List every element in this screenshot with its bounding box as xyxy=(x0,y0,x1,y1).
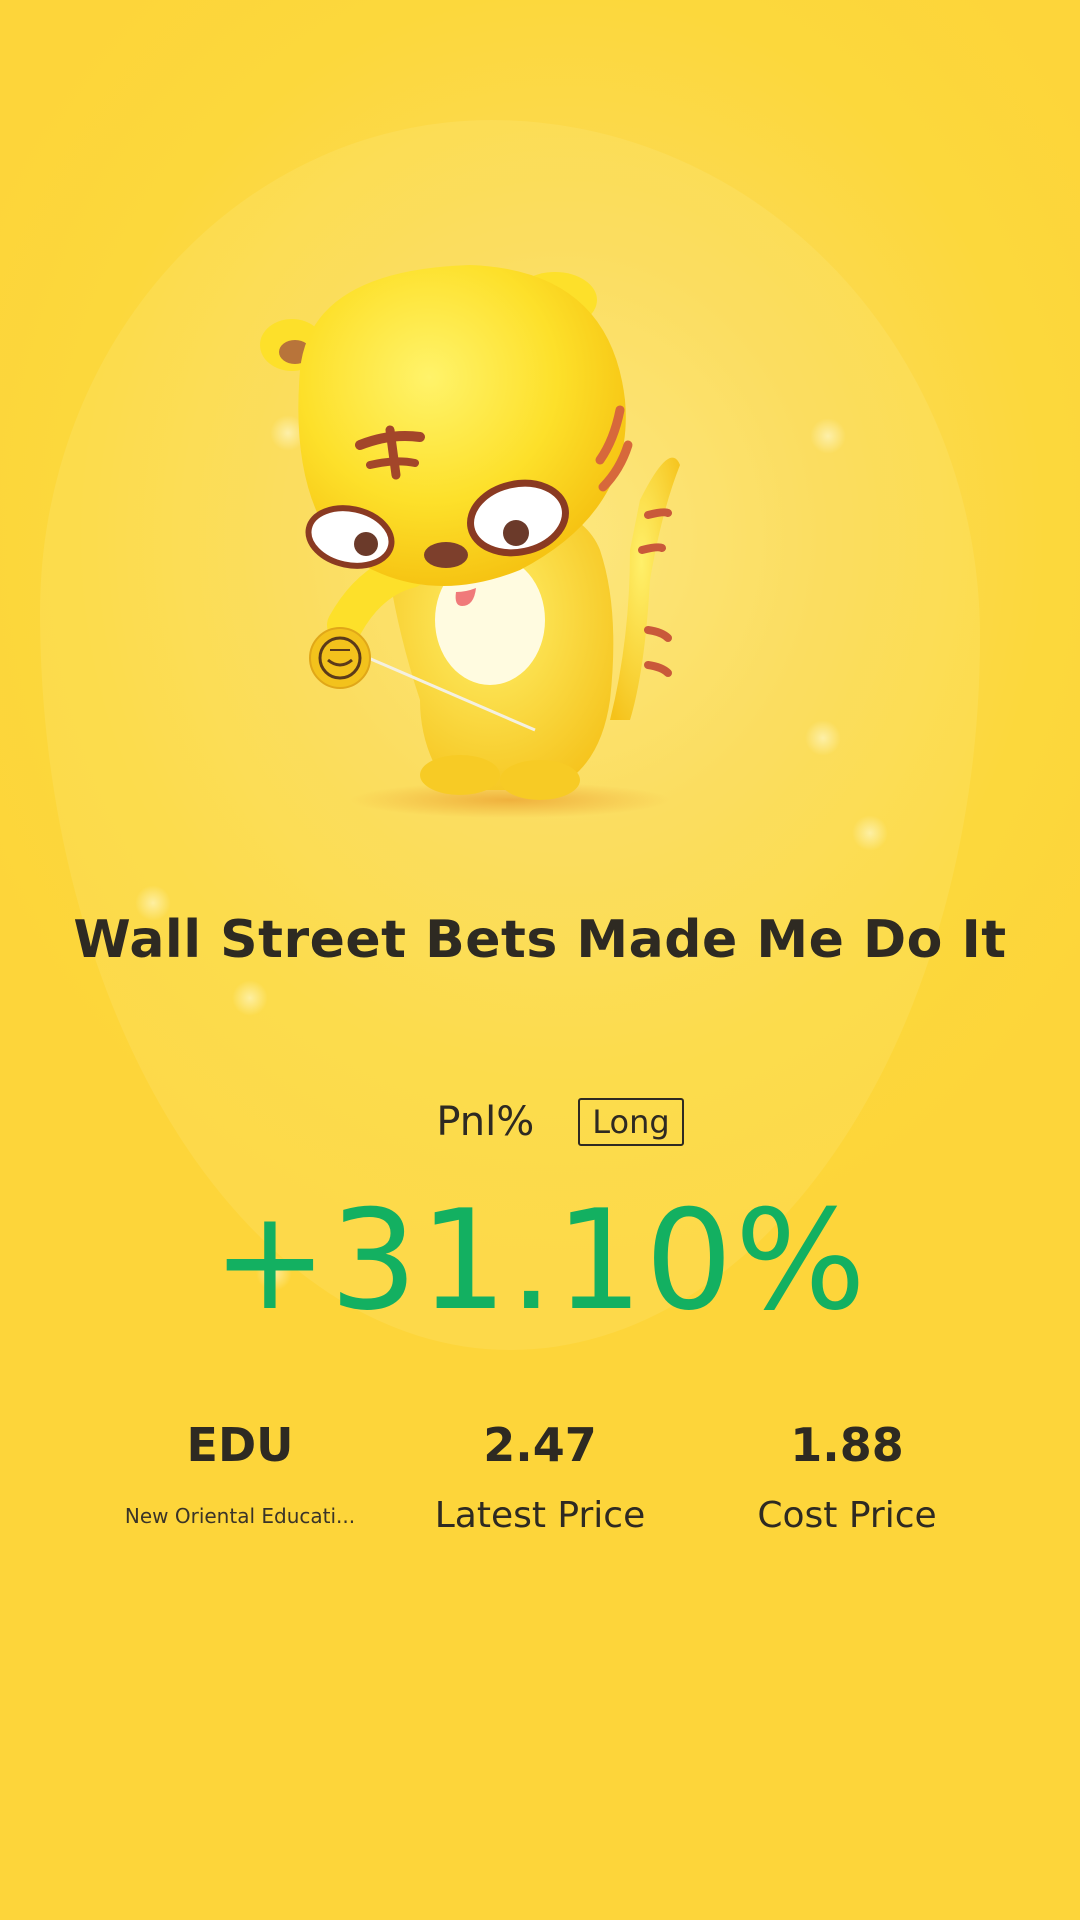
sparkle-decoration xyxy=(232,980,268,1016)
stat-cost-price: 1.88 Cost Price xyxy=(687,1410,1007,1546)
share-card: Wall Street Bets Made Me Do It Pnl% Long… xyxy=(0,0,1080,1920)
company-name: New Oriental Educati... xyxy=(124,1504,356,1528)
latest-price-label: Latest Price xyxy=(434,1495,646,1536)
sparkle-decoration xyxy=(810,418,846,454)
tiger-mascot-icon xyxy=(260,265,680,818)
stats-row: EDU New Oriental Educati... 2.47 Latest … xyxy=(0,1410,1080,1550)
latest-price-value: 2.47 xyxy=(483,1418,597,1472)
stat-ticker: EDU New Oriental Educati... xyxy=(80,1410,400,1546)
stat-latest-price: 2.47 Latest Price xyxy=(380,1410,700,1546)
page-title: Wall Street Bets Made Me Do It xyxy=(73,910,1007,970)
pnl-header: Pnl% Long xyxy=(0,1098,1080,1146)
sparkle-decoration xyxy=(852,815,888,851)
sparkle-decoration xyxy=(805,720,841,756)
pnl-label: Pnl% xyxy=(436,1099,535,1145)
pnl-percentage: +31.10% xyxy=(212,1180,868,1341)
ticker-symbol: EDU xyxy=(186,1418,294,1472)
cost-price-label: Cost Price xyxy=(757,1495,937,1536)
cost-price-value: 1.88 xyxy=(790,1418,904,1472)
position-direction-badge: Long xyxy=(578,1098,684,1146)
